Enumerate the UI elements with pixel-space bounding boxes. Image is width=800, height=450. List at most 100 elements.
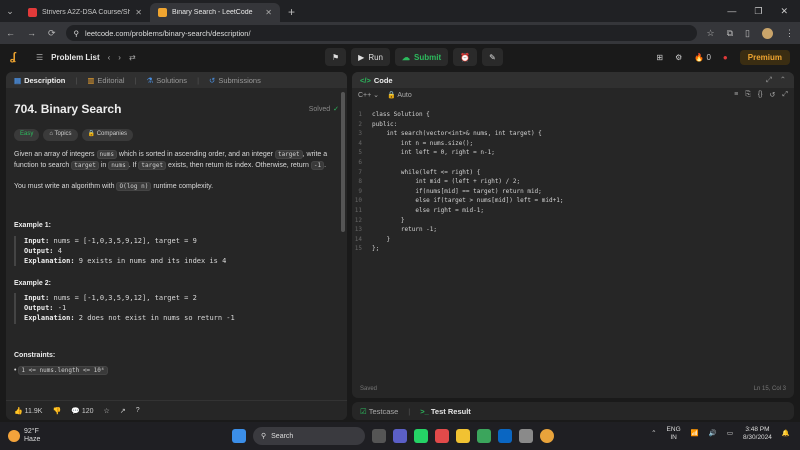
linkedin-icon[interactable] bbox=[498, 429, 512, 443]
tab-code[interactable]: </> Code bbox=[360, 76, 393, 85]
difficulty-chip: Easy bbox=[14, 129, 40, 141]
share-icon[interactable]: ↗ bbox=[120, 407, 126, 415]
weather-widget[interactable]: 92°F Haze bbox=[8, 428, 40, 445]
prev-problem-icon[interactable]: ‹ bbox=[108, 53, 111, 62]
run-button[interactable]: ▶ Run bbox=[351, 48, 391, 66]
code-line[interactable]: 11 else right = mid-1; bbox=[352, 206, 794, 216]
teams-icon[interactable] bbox=[393, 429, 407, 443]
mail-icon[interactable] bbox=[519, 429, 533, 443]
chrome-icon[interactable] bbox=[540, 429, 554, 443]
minimize-icon[interactable]: — bbox=[727, 6, 736, 17]
maximize-icon[interactable]: ❐ bbox=[754, 6, 762, 17]
tab-test-result[interactable]: >_ Test Result bbox=[420, 407, 471, 416]
back-icon[interactable]: ← bbox=[6, 28, 15, 39]
layout-grid-icon[interactable]: ⊞ bbox=[656, 53, 663, 62]
dislike-icon[interactable]: 👎 bbox=[52, 407, 61, 415]
topics-chip[interactable]: ⌂ Topics bbox=[43, 129, 78, 141]
code-line[interactable]: 5 int left = 0, right = n-1; bbox=[352, 148, 794, 158]
description-scrollbar[interactable] bbox=[341, 92, 345, 232]
reset-icon[interactable]: ↺ bbox=[770, 91, 776, 99]
menu-dots-icon[interactable]: ⋮ bbox=[785, 28, 794, 39]
code-line[interactable]: 2 public: bbox=[352, 120, 794, 130]
timer-button[interactable]: ⏰ bbox=[453, 48, 478, 66]
forward-icon[interactable]: → bbox=[27, 28, 36, 39]
file-explorer-icon[interactable] bbox=[456, 429, 470, 443]
excel-icon[interactable] bbox=[477, 429, 491, 443]
favorite-star-icon[interactable]: ☆ bbox=[104, 407, 110, 415]
code-line[interactable]: 12 } bbox=[352, 216, 794, 226]
extensions-icon[interactable]: ⧉ bbox=[727, 28, 733, 39]
code-line[interactable]: 3 int search(vector<int>& nums, int targ… bbox=[352, 129, 794, 139]
like-button[interactable]: 👍 11.9K bbox=[14, 407, 42, 415]
expand-icon[interactable]: ⤢ bbox=[782, 91, 788, 99]
new-tab-icon[interactable]: + bbox=[280, 5, 303, 22]
leetcode-logo-icon[interactable]: ʆ bbox=[10, 51, 22, 63]
whatsapp-icon[interactable] bbox=[414, 429, 428, 443]
tab-submissions[interactable]: ↺ Submissions bbox=[209, 76, 261, 85]
clock[interactable]: 3:48 PM 8/30/2024 bbox=[743, 426, 772, 443]
next-problem-icon[interactable]: › bbox=[118, 53, 121, 62]
streak-counter[interactable]: 🔥 0 bbox=[694, 53, 711, 62]
settings-gear-icon[interactable]: ⚙ bbox=[675, 53, 682, 62]
bookmark-icon[interactable]: ⎘ bbox=[745, 91, 751, 99]
tab-search-icon[interactable]: ⌄ bbox=[0, 0, 20, 22]
code-line[interactable]: 1 class Solution { bbox=[352, 110, 794, 120]
line-text: else if(target > nums[mid]) left = mid+1… bbox=[372, 197, 564, 205]
code-line[interactable]: 15}; bbox=[352, 244, 794, 254]
code-line[interactable]: 7 while(left <= right) { bbox=[352, 168, 794, 178]
problem-list-link[interactable]: Problem List bbox=[51, 53, 99, 62]
companies-chip[interactable]: 🔒 Companies bbox=[81, 129, 134, 141]
wifi-icon[interactable]: 📶 bbox=[691, 430, 699, 438]
url-input[interactable]: ⚲ leetcode.com/problems/binary-search/de… bbox=[65, 25, 697, 41]
format-icon[interactable]: ≡ bbox=[734, 91, 738, 99]
code-line[interactable]: 8 int mid = (left + right) / 2; bbox=[352, 177, 794, 187]
chevron-up-icon[interactable]: ⌃ bbox=[651, 430, 656, 438]
comments-button[interactable]: 💬 120 bbox=[71, 407, 93, 415]
notification-bell-icon[interactable]: 🔔 bbox=[782, 430, 790, 438]
code-line[interactable]: 14 } bbox=[352, 235, 794, 245]
tab-solutions[interactable]: ⚗ Solutions bbox=[146, 76, 187, 85]
bookmark-star-icon[interactable]: ☆ bbox=[707, 28, 715, 39]
battery-icon[interactable]: ▭ bbox=[727, 430, 733, 438]
code-line[interactable]: 13 return -1; bbox=[352, 225, 794, 235]
browser-tab-striver[interactable]: Strivers A2Z-DSA Course/Sheet ✕ bbox=[20, 3, 150, 22]
close-tab-icon[interactable]: ✕ bbox=[265, 8, 272, 17]
task-view-icon[interactable] bbox=[372, 429, 386, 443]
code-editor[interactable]: 1 class Solution {2 public: 3 int search(ve… bbox=[352, 110, 794, 380]
fullscreen-icon[interactable]: ⤢ bbox=[766, 75, 772, 85]
premium-button[interactable]: Premium bbox=[739, 49, 790, 65]
code-line[interactable]: 4 int n = nums.size(); bbox=[352, 139, 794, 149]
inline-code: -1 bbox=[310, 160, 325, 170]
braces-icon[interactable]: {} bbox=[758, 91, 763, 99]
browser-tab-leetcode[interactable]: Binary Search - LeetCode ✕ bbox=[150, 3, 280, 22]
tab-editorial[interactable]: ▥ Editorial bbox=[87, 76, 124, 85]
line-text: } bbox=[372, 235, 391, 243]
user-avatar[interactable]: ● bbox=[723, 53, 728, 62]
sidebar-icon[interactable]: ▯ bbox=[745, 28, 750, 39]
code-line[interactable]: 6 bbox=[352, 158, 794, 168]
tab-testcase[interactable]: ☑ Testcase bbox=[360, 407, 398, 416]
language-indicator[interactable]: ENG IN bbox=[667, 426, 681, 443]
close-window-icon[interactable]: ✕ bbox=[780, 6, 788, 17]
profile-avatar[interactable] bbox=[762, 27, 773, 39]
problem-title[interactable]: 704. Binary Search bbox=[14, 100, 121, 119]
code-line[interactable]: 9 if(nums[mid] == target) return mid; bbox=[352, 187, 794, 197]
help-icon[interactable]: ? bbox=[136, 407, 140, 414]
close-tab-icon[interactable]: ✕ bbox=[135, 8, 142, 17]
shuffle-icon[interactable]: ⇄ bbox=[129, 53, 136, 62]
tab-description[interactable]: ▤ Description bbox=[14, 76, 65, 85]
volume-icon[interactable]: 🔊 bbox=[709, 430, 717, 438]
site-info-icon[interactable]: ⚲ bbox=[74, 29, 80, 38]
code-line[interactable]: 10 else if(target > nums[mid]) left = mi… bbox=[352, 196, 794, 206]
example-output: Output: -1 bbox=[24, 303, 339, 313]
store-icon[interactable] bbox=[435, 429, 449, 443]
windows-start-icon[interactable] bbox=[232, 429, 246, 443]
debug-button[interactable]: ⚑ bbox=[325, 48, 347, 66]
submit-button[interactable]: ☁ Submit bbox=[395, 48, 449, 66]
collapse-icon[interactable]: ⌃ bbox=[780, 75, 786, 85]
language-select[interactable]: C++ ⌄ bbox=[358, 91, 379, 99]
taskbar-search[interactable]: ⚲ Search bbox=[253, 427, 365, 445]
auto-mode-toggle[interactable]: 🔒 Auto bbox=[387, 91, 412, 99]
reload-icon[interactable]: ⟳ bbox=[48, 28, 56, 39]
notes-button[interactable]: ✎ bbox=[482, 48, 503, 66]
